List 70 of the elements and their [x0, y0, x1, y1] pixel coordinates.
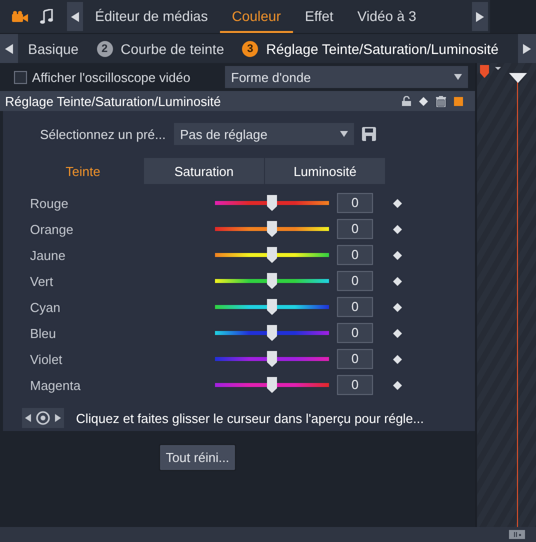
reset-all-button[interactable]: Tout réini...: [158, 444, 236, 471]
keyframe-icon[interactable]: [393, 276, 402, 286]
value-field[interactable]: 0: [337, 297, 373, 317]
slider-thumb[interactable]: [267, 195, 277, 211]
tab[interactable]: 3 Réglage Teinte/Saturation/Luminosité: [242, 40, 499, 56]
scroll-left-button[interactable]: [0, 34, 18, 63]
tab[interactable]: Éditeur de médias: [83, 0, 220, 33]
lock-icon[interactable]: [402, 96, 411, 106]
tab[interactable]: Saturation: [144, 158, 265, 184]
preset-label: Sélectionnez un pré...: [40, 126, 167, 142]
value-field[interactable]: 0: [337, 245, 373, 265]
marker-icon[interactable]: [480, 65, 502, 79]
scope-dropdown[interactable]: Forme d'onde: [225, 66, 468, 88]
slider-thumb[interactable]: [267, 351, 277, 367]
scroll-right-button[interactable]: [472, 2, 488, 31]
checkbox-label: Afficher l'oscilloscope vidéo: [32, 70, 192, 84]
slider-thumb[interactable]: [267, 273, 277, 289]
scroll-left-button[interactable]: [67, 2, 83, 31]
color-label: Vert: [29, 274, 54, 288]
caret-icon: [454, 74, 462, 80]
value-field[interactable]: 0: [337, 323, 373, 343]
slider-thumb[interactable]: [267, 325, 277, 341]
save-icon[interactable]: [362, 127, 376, 141]
value-field[interactable]: 0: [337, 349, 373, 369]
video-camera-icon[interactable]: [12, 10, 28, 22]
keyframe-icon[interactable]: [393, 224, 402, 234]
cursor-target-icon: [25, 411, 61, 425]
keyframe-icon[interactable]: [393, 302, 402, 312]
color-label: Orange: [29, 222, 74, 236]
keyframe-icon[interactable]: [419, 96, 428, 106]
tab[interactable]: Vidéo à 3: [345, 0, 428, 33]
keyframe-icon[interactable]: [393, 328, 402, 338]
caret-icon: [340, 131, 348, 137]
tab[interactable]: 2 Courbe de teinte: [96, 40, 224, 56]
keyframe-icon[interactable]: [393, 198, 402, 208]
slider-thumb[interactable]: [267, 247, 277, 263]
value-field[interactable]: 0: [337, 219, 373, 239]
right-triangle-icon: [523, 44, 531, 54]
color-label: Rouge: [29, 196, 70, 210]
slider-thumb[interactable]: [267, 221, 277, 237]
value-field[interactable]: 0: [337, 375, 373, 395]
slider-thumb[interactable]: [267, 299, 277, 315]
keyframe-icon[interactable]: [393, 354, 402, 364]
slider-thumb[interactable]: [267, 377, 277, 393]
color-label: Violet: [29, 352, 64, 366]
keyframe-icon[interactable]: [393, 380, 402, 390]
color-label: Bleu: [29, 326, 58, 340]
keyframe-icon[interactable]: [393, 250, 402, 260]
preset-dropdown[interactable]: Pas de réglage: [174, 123, 354, 145]
left-triangle-icon: [71, 12, 79, 22]
enable-toggle-icon[interactable]: [454, 96, 463, 106]
playhead-icon[interactable]: [509, 73, 527, 83]
music-note-icon[interactable]: [40, 9, 53, 24]
scroll-right-button[interactable]: [518, 34, 536, 63]
tab[interactable]: Basique: [28, 40, 79, 56]
effect-title: Réglage Teinte/Saturation/Luminosité: [5, 94, 222, 108]
color-label: Magenta: [29, 378, 82, 392]
checkbox[interactable]: [14, 70, 27, 84]
tab[interactable]: Luminosité: [265, 158, 386, 184]
preview-cursor-control[interactable]: [22, 408, 64, 428]
trash-icon[interactable]: [436, 96, 446, 106]
left-triangle-icon: [5, 44, 13, 54]
value-field[interactable]: 0: [337, 193, 373, 213]
color-label: Jaune: [29, 248, 66, 262]
hint-text: Cliquez et faites glisser le curseur dans l'aperçu pour régle...: [76, 410, 424, 426]
tab[interactable]: Effet: [292, 0, 346, 33]
color-label: Cyan: [29, 300, 62, 314]
value-field[interactable]: 0: [337, 271, 373, 291]
zoom-slider-icon[interactable]: [509, 530, 525, 539]
right-triangle-icon: [476, 12, 484, 22]
